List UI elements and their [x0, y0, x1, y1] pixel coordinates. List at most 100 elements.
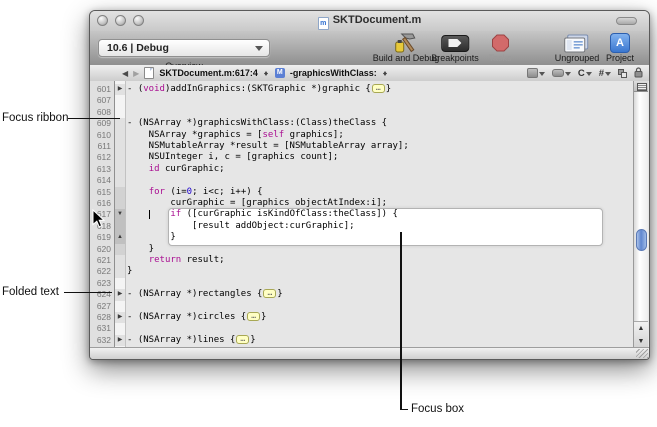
code-token: return — [149, 255, 182, 265]
code-token: } — [277, 289, 282, 299]
code-token: } — [127, 266, 132, 276]
ungrouped-button[interactable]: Ungrouped — [555, 32, 600, 63]
line-number[interactable]: 613 — [90, 164, 111, 175]
line-number[interactable]: 624 — [90, 289, 111, 300]
fold-disclosure-triangle[interactable]: ▶ — [115, 289, 125, 300]
code-line-614[interactable] — [127, 175, 632, 186]
scroll-up-button[interactable]: ▲ — [634, 322, 648, 335]
code-line-627[interactable] — [127, 301, 632, 312]
callout-focus-ribbon: Focus ribbon — [2, 112, 68, 124]
code-token: } — [127, 244, 154, 254]
code-line-621[interactable]: return result; — [127, 255, 632, 266]
fold-disclosure-triangle[interactable]: ▲ — [115, 232, 125, 243]
history-forward-button[interactable]: ▶ — [133, 69, 139, 78]
chevron-down-icon — [586, 72, 592, 79]
code-line-624[interactable]: - (NSArray *)rectangles {…} — [127, 289, 632, 300]
line-number[interactable]: 628 — [90, 312, 111, 323]
code-line-610[interactable]: NSArray *graphics = [self graphics]; — [127, 130, 632, 141]
scrollbar-thumb[interactable] — [636, 229, 647, 251]
code-token: result; — [181, 255, 224, 265]
focus-ribbon[interactable]: ▶ ▼ ▲ ▶ ▶ ▶ — [115, 81, 126, 347]
breakpoints-button[interactable]: Breakpoints — [431, 32, 479, 63]
line-number[interactable]: 631 — [90, 323, 111, 334]
line-number[interactable]: 623 — [90, 278, 111, 289]
code-line-619[interactable]: } — [127, 232, 632, 243]
code-token: self — [262, 130, 284, 140]
project-icon: A — [606, 32, 634, 54]
line-number[interactable]: 608 — [90, 107, 111, 118]
line-number[interactable]: 609 — [90, 118, 111, 129]
line-number[interactable]: 612 — [90, 152, 111, 163]
bookmarks-menu-button[interactable] — [527, 68, 545, 79]
line-number[interactable]: 627 — [90, 301, 111, 312]
fold-disclosure-triangle[interactable]: ▼ — [115, 209, 125, 220]
line-number[interactable]: 614 — [90, 175, 111, 186]
code-token: curGraphic = [graphics objectAtIndex:i]; — [127, 198, 387, 208]
line-number[interactable]: 611 — [90, 141, 111, 152]
counterpart-button[interactable] — [618, 69, 627, 78]
code-line-608[interactable] — [127, 107, 632, 118]
history-back-button[interactable]: ◀ — [122, 69, 128, 78]
fold-disclosure-triangle[interactable]: ▶ — [115, 335, 125, 346]
file-popup[interactable]: SKTDocument.m:617:4 — [159, 68, 258, 78]
code-line-615[interactable]: for (i=0; i<c; i++) { — [127, 187, 632, 198]
folded-code-ellipsis-badge[interactable]: … — [372, 84, 385, 93]
code-line-601[interactable]: - (void)addInGraphics:(SKTGraphic *)grap… — [127, 84, 632, 95]
code-line-607[interactable] — [127, 95, 632, 106]
code-line-622[interactable]: } — [127, 266, 632, 277]
overview-popup[interactable]: 10.6 | Debug — [98, 39, 270, 57]
code-line-623[interactable] — [127, 278, 632, 289]
method-badge-icon: M — [275, 68, 285, 78]
folded-code-ellipsis-badge[interactable]: … — [263, 289, 276, 298]
chevron-down-icon — [605, 72, 611, 79]
code-line-609[interactable]: - (NSArray *)graphicsWithClass:(Class)th… — [127, 118, 632, 129]
code-line-613[interactable]: id curGraphic; — [127, 164, 632, 175]
code-token: } — [250, 335, 255, 345]
line-number[interactable]: 615 — [90, 187, 111, 198]
code-line-617[interactable]: if ([curGraphic isKindOfClass:theClass])… — [127, 209, 632, 220]
breakpoints-menu-button[interactable] — [552, 68, 571, 79]
code-token: ; i<c; i++) { — [192, 187, 262, 197]
code-line-632[interactable]: - (NSArray *)lines {…} — [127, 335, 632, 346]
code-token: ([curGraphic isKindOfClass:theClass]) { — [181, 209, 398, 219]
line-number[interactable]: 607 — [90, 95, 111, 106]
line-number[interactable]: 620 — [90, 244, 111, 255]
line-number[interactable]: 601 — [90, 84, 111, 95]
lock-button[interactable] — [634, 67, 643, 80]
code-line-611[interactable]: NSMutableArray *result = [NSMutableArray… — [127, 141, 632, 152]
resize-grip[interactable] — [636, 349, 648, 358]
code-line-618[interactable]: [result addObject:curGraphic]; — [127, 221, 632, 232]
line-number[interactable]: 619 — [90, 232, 111, 243]
source-editor[interactable]: 6016076086096106116126136146156166176186… — [90, 81, 649, 347]
title-bar[interactable]: mSKTDocument.m — [90, 11, 649, 32]
code-token: graphics]; — [284, 130, 344, 140]
vertical-scrollbar[interactable]: ▲ ▼ — [633, 81, 648, 347]
build-and-debug-button[interactable]: Build and Debug — [373, 32, 440, 63]
folded-code-ellipsis-badge[interactable]: … — [236, 335, 249, 344]
code-token: )addInGraphics:(SKTGraphic *)graphic { — [165, 84, 371, 94]
line-number[interactable]: 616 — [90, 198, 111, 209]
line-number[interactable]: 610 — [90, 130, 111, 141]
navigation-bar: ◀ ▶ SKTDocument.m:617:4 M -graphicsWithC… — [90, 65, 649, 82]
code-area[interactable]: - (void)addInGraphics:(SKTGraphic *)grap… — [127, 81, 632, 347]
line-number[interactable]: 621 — [90, 255, 111, 266]
code-line-612[interactable]: NSUInteger i, c = [graphics count]; — [127, 152, 632, 163]
code-line-628[interactable]: - (NSArray *)circles {…} — [127, 312, 632, 323]
code-line-631[interactable] — [127, 323, 632, 334]
folded-code-ellipsis-badge[interactable]: … — [247, 312, 260, 321]
code-line-620[interactable]: } — [127, 244, 632, 255]
fold-disclosure-triangle[interactable]: ▶ — [115, 84, 125, 95]
breakpoints-menu-icon — [552, 69, 564, 77]
pragma-marks-popup-button[interactable]: # — [599, 68, 611, 79]
fold-disclosure-triangle[interactable]: ▶ — [115, 312, 125, 323]
toolbar-toggle-pill[interactable] — [616, 17, 637, 25]
line-number[interactable]: 622 — [90, 266, 111, 277]
project-button[interactable]: A Project — [606, 32, 634, 63]
code-line-616[interactable]: curGraphic = [graphics objectAtIndex:i]; — [127, 198, 632, 209]
code-token: - (NSArray *)graphicsWithClass:(Class)th… — [127, 118, 387, 128]
scrollbar-track[interactable] — [634, 92, 648, 321]
class-methods-popup-button[interactable]: C — [578, 68, 592, 79]
split-view-handle[interactable] — [634, 81, 648, 92]
method-popup[interactable]: -graphicsWithClass: — [290, 68, 377, 78]
line-number[interactable]: 632 — [90, 335, 111, 346]
